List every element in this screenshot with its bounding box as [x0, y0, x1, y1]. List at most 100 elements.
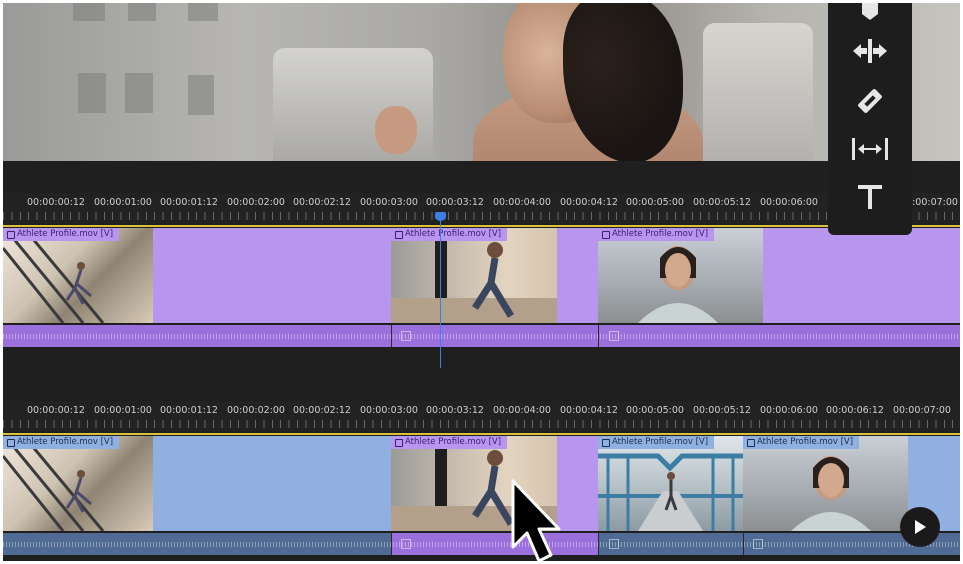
clip-thumbnail: [743, 436, 908, 531]
clip-name: Athlete Profile.mov [V]: [391, 436, 508, 449]
video-clip[interactable]: Athlete Profile.mov [V]: [391, 228, 557, 323]
time-ruler[interactable]: 00:00:00:12 00:00:01:00 00:00:01:12 00:0…: [3, 193, 960, 223]
audio-divider: [598, 325, 599, 347]
clip-name: Athlete Profile.mov [V]: [743, 436, 860, 449]
ruler-ticks: [3, 420, 960, 428]
video-clip[interactable]: Athlete Profile.mov [V]: [743, 436, 908, 531]
audio-clip-icon: [401, 539, 411, 549]
timecode-label: 00:00:05:12: [693, 197, 751, 208]
clip-name: Athlete Profile.mov [V]: [3, 228, 120, 241]
runner-thumbnail-art: [3, 232, 105, 323]
building-window: [188, 3, 218, 21]
timecode-label: 00:00:03:00: [360, 197, 418, 208]
audio-clip-icon: [609, 331, 619, 341]
playhead-handle[interactable]: [435, 212, 446, 221]
razor-tool[interactable]: [828, 81, 912, 121]
clip-name: Athlete Profile.mov [V]: [391, 228, 508, 241]
play-icon: [915, 520, 926, 534]
ruler-ticks: [3, 212, 960, 220]
video-track: Athlete Profile.mov [V] Athlete Profile.…: [3, 436, 960, 531]
clip-thumbnail: [598, 436, 743, 531]
timecode-label: 00:00:01:12: [160, 197, 218, 208]
timecode-label: 00:00:03:12: [426, 405, 484, 416]
building-window: [125, 73, 153, 113]
video-clip[interactable]: Athlete Profile.mov [V]: [598, 436, 743, 531]
runner-fist: [375, 106, 417, 154]
portrait-thumbnail-art: [791, 456, 871, 531]
mouse-cursor-icon: [511, 479, 561, 561]
audio-track[interactable]: [3, 533, 960, 555]
type-icon: [858, 185, 882, 209]
timeline-after: 00:00:00:12 00:00:01:00 00:00:01:12 00:0…: [3, 401, 960, 561]
timecode-label: 00:00:01:12: [160, 405, 218, 416]
slip-icon: [852, 138, 888, 160]
work-area-bar: [3, 433, 960, 435]
video-editor: 00:00:00:12 00:00:01:00 00:00:01:12 00:0…: [3, 3, 960, 561]
timecode-label: 00:00:05:12: [693, 405, 751, 416]
timecode-label: 00:00:05:00: [626, 405, 684, 416]
playhead-line: [440, 215, 441, 368]
timecode-label: 00:00:03:12: [426, 197, 484, 208]
marker-icon: [862, 3, 878, 20]
clip-thumbnail: [598, 228, 763, 323]
timecode-label: 00:00:06:12: [826, 405, 884, 416]
video-track: Athlete Profile.mov [V] Athlete Profile.…: [3, 228, 960, 323]
audio-clip-icon: [401, 331, 411, 341]
clip-thumbnail: [3, 436, 153, 531]
timecode-label: 00:00:02:12: [293, 197, 351, 208]
timecode-label: 00:00:04:00: [493, 197, 551, 208]
slip-tool[interactable]: [828, 129, 912, 169]
building-window: [73, 3, 105, 21]
timecode-label: 00:00:04:00: [493, 405, 551, 416]
timecode-label: 00:00:02:12: [293, 405, 351, 416]
marker-tool[interactable]: [828, 3, 912, 31]
lunge-thumbnail-art: [391, 228, 557, 323]
timecode-label: 00:00:03:00: [360, 405, 418, 416]
ripple-edit-icon: [853, 39, 887, 63]
clip-name: Athlete Profile.mov [V]: [598, 228, 715, 241]
tools-panel: [828, 3, 912, 235]
timecode-label: 00:00:02:00: [227, 197, 285, 208]
audio-divider: [743, 533, 744, 555]
clip-name: Athlete Profile.mov [V]: [598, 436, 715, 449]
audio-waveform: [3, 542, 960, 547]
audio-divider: [391, 533, 392, 555]
type-tool[interactable]: [828, 177, 912, 217]
timecode-label: 00:00:01:00: [94, 405, 152, 416]
ripple-edit-tool[interactable]: [828, 31, 912, 71]
video-clip[interactable]: Athlete Profile.mov [V]: [391, 436, 598, 531]
work-area-bar: [3, 225, 960, 227]
audio-clip-icon: [609, 539, 619, 549]
video-clip[interactable]: Athlete Profile.mov [V]: [598, 228, 763, 323]
audio-divider: [391, 325, 392, 347]
clip-thumbnail: [3, 228, 153, 323]
timecode-label: 00:00:06:00: [760, 197, 818, 208]
building-window: [128, 3, 156, 21]
audio-clip-icon: [753, 539, 763, 549]
building-window: [188, 75, 214, 115]
timecode-label: 00:00:00:12: [27, 197, 85, 208]
audio-waveform: [3, 334, 960, 339]
timeline-before: 00:00:00:12 00:00:01:00 00:00:01:12 00:0…: [3, 193, 960, 363]
runner-thumbnail-art: [3, 440, 105, 531]
time-ruler[interactable]: 00:00:00:12 00:00:01:00 00:00:01:12 00:0…: [3, 401, 960, 431]
clip-name: Athlete Profile.mov [V]: [3, 436, 120, 449]
timecode-label: 00:00:02:00: [227, 405, 285, 416]
timecode-label: 00:00:04:12: [560, 405, 618, 416]
portrait-thumbnail-art: [638, 246, 718, 323]
video-clip[interactable]: Athlete Profile.mov [V]: [3, 228, 153, 323]
audio-divider: [598, 533, 599, 555]
rooftop-tank: [703, 23, 813, 161]
building-window: [78, 73, 106, 113]
razor-icon: [858, 89, 882, 113]
timecode-label: 00:00:05:00: [626, 197, 684, 208]
timecode-label: 00:00:00:12: [27, 405, 85, 416]
timecode-label: 00:00:07:00: [893, 405, 951, 416]
video-clip[interactable]: Athlete Profile.mov [V]: [3, 436, 153, 531]
bridge-thumbnail-art: [598, 453, 743, 531]
timecode-label: 00:00:01:00: [94, 197, 152, 208]
audio-track[interactable]: [3, 325, 960, 347]
clip-thumbnail: [391, 228, 557, 323]
timecode-label: 00:00:04:12: [560, 197, 618, 208]
play-button[interactable]: [900, 507, 940, 547]
